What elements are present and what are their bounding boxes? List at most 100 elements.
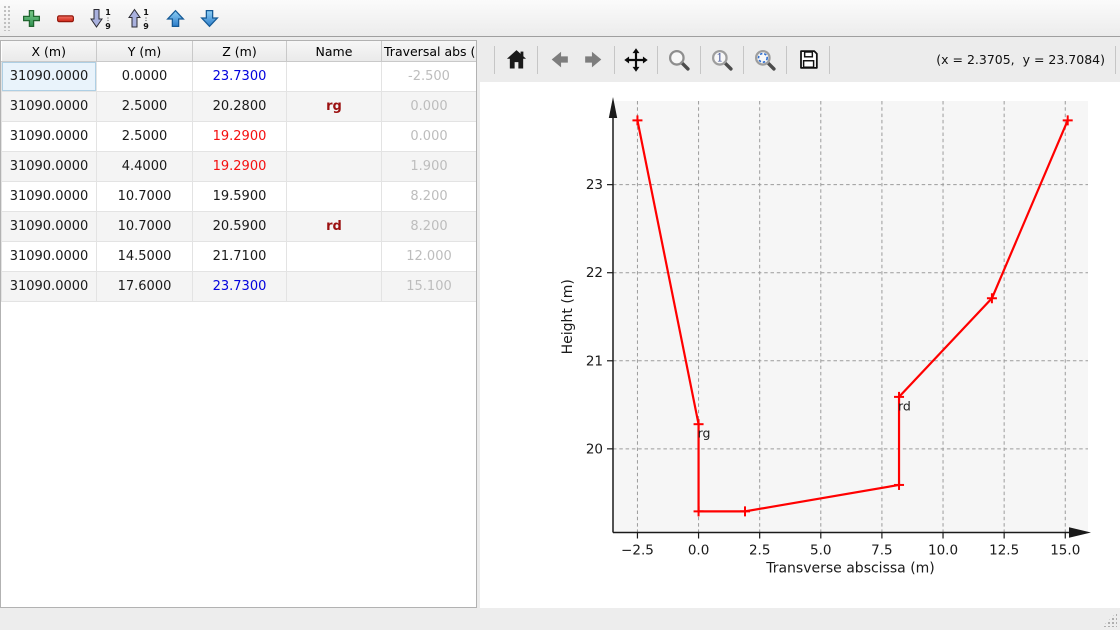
cell-y[interactable]: 4.4000 — [97, 152, 193, 182]
toolbar-grip[interactable] — [3, 5, 10, 31]
separator — [614, 46, 615, 74]
point-table: X (m) Y (m) Z (m) Name Traversal abs (m)… — [1, 41, 477, 302]
cell-name[interactable] — [287, 182, 382, 212]
edit-toolbar: 1 9 1 9 — [0, 0, 1120, 37]
cell-traversal-abs[interactable]: 0.000 — [382, 122, 477, 152]
table-body: 31090.00000.000023.7300-2.50031090.00002… — [2, 62, 477, 302]
table-row: 31090.00002.500019.2900 0.000 — [2, 122, 477, 152]
col-header-name[interactable]: Name — [287, 41, 382, 62]
move-row-up-button[interactable] — [162, 5, 188, 31]
back-view-button[interactable] — [542, 43, 576, 77]
table-row: 31090.00002.500020.2800rg0.000 — [2, 92, 477, 122]
svg-text:9: 9 — [105, 22, 111, 30]
cell-z[interactable]: 23.7300 — [193, 272, 287, 302]
cell-name[interactable] — [287, 62, 382, 92]
svg-text:1: 1 — [716, 51, 723, 64]
cell-y[interactable]: 17.6000 — [97, 272, 193, 302]
zoom-extents-button[interactable] — [748, 43, 782, 77]
cross-section-plot-canvas[interactable]: −2.50.02.55.07.510.012.515.020212223Tran… — [480, 82, 1120, 608]
cell-traversal-abs[interactable]: 1.900 — [382, 152, 477, 182]
cell-y[interactable]: 2.5000 — [97, 122, 193, 152]
x-tick-label: 12.5 — [989, 543, 1019, 559]
plot-toolbar: 1 (x = 2.3705, y = 23.7084) — [480, 37, 1120, 82]
col-header-y[interactable]: Y (m) — [97, 41, 193, 62]
cell-traversal-abs[interactable]: 0.000 — [382, 92, 477, 122]
remove-point-button[interactable] — [52, 5, 78, 31]
cell-x[interactable]: 31090.0000 — [2, 242, 97, 272]
cross-section-chart[interactable]: −2.50.02.55.07.510.012.515.020212223Tran… — [480, 82, 1120, 608]
cell-traversal-abs[interactable]: 15.100 — [382, 272, 477, 302]
pan-button[interactable] — [619, 43, 653, 77]
cell-z[interactable]: 21.7100 — [193, 242, 287, 272]
cell-x[interactable]: 31090.0000 — [2, 272, 97, 302]
cell-x[interactable]: 31090.0000 — [2, 92, 97, 122]
sort-descending-button[interactable]: 1 9 — [124, 5, 154, 31]
point-annotation-rd: rd — [898, 398, 911, 413]
x-tick-label: 7.5 — [871, 543, 892, 559]
cell-z[interactable]: 19.5900 — [193, 182, 287, 212]
save-floppy-icon — [796, 47, 821, 72]
cell-z[interactable]: 20.5900 — [193, 212, 287, 242]
cell-name[interactable]: rg — [287, 92, 382, 122]
home-view-button[interactable] — [499, 43, 533, 77]
y-tick-label: 20 — [586, 441, 603, 457]
sort-descending-icon: 1 9 — [126, 7, 152, 30]
cell-y[interactable]: 14.5000 — [97, 242, 193, 272]
sort-ascending-icon: 1 9 — [88, 7, 114, 30]
separator — [657, 46, 658, 74]
cell-x[interactable]: 31090.0000 — [2, 62, 97, 92]
back-arrow-icon — [547, 47, 572, 72]
x-tick-label: −2.5 — [621, 543, 654, 559]
arrow-up-icon — [165, 8, 186, 29]
x-axis-title: Transverse abscissa (m) — [765, 561, 935, 577]
table-row: 31090.00004.400019.2900 1.900 — [2, 152, 477, 182]
window-resize-grip[interactable] — [1102, 612, 1117, 627]
cell-z[interactable]: 19.2900 — [193, 152, 287, 182]
cell-traversal-abs[interactable]: 8.200 — [382, 212, 477, 242]
cell-z[interactable]: 20.2800 — [193, 92, 287, 122]
cell-z[interactable]: 19.2900 — [193, 122, 287, 152]
cell-traversal-abs[interactable]: 8.200 — [382, 182, 477, 212]
cell-name[interactable] — [287, 122, 382, 152]
move-row-down-button[interactable] — [196, 5, 222, 31]
cell-name[interactable]: rd — [287, 212, 382, 242]
col-header-z[interactable]: Z (m) — [193, 41, 287, 62]
cell-name[interactable] — [287, 152, 382, 182]
cell-y[interactable]: 10.7000 — [97, 182, 193, 212]
cell-name[interactable] — [287, 272, 382, 302]
x-tick-label: 15.0 — [1050, 543, 1080, 559]
cell-name[interactable] — [287, 242, 382, 272]
zoom-rect-button[interactable] — [662, 43, 696, 77]
save-figure-button[interactable] — [791, 43, 825, 77]
magnifier-one-icon: 1 — [709, 47, 735, 73]
separator — [743, 46, 744, 74]
zoom-one-to-one-button[interactable]: 1 — [705, 43, 739, 77]
y-tick-label: 23 — [586, 177, 603, 193]
add-point-button[interactable] — [18, 5, 44, 31]
col-header-x[interactable]: X (m) — [2, 41, 97, 62]
cell-x[interactable]: 31090.0000 — [2, 152, 97, 182]
col-header-traversal-abs[interactable]: Traversal abs (m) — [382, 41, 477, 62]
pan-icon — [623, 47, 649, 73]
status-bar — [0, 608, 1120, 630]
cell-x[interactable]: 31090.0000 — [2, 182, 97, 212]
cell-x[interactable]: 31090.0000 — [2, 122, 97, 152]
y-tick-label: 21 — [586, 353, 603, 369]
cell-traversal-abs[interactable]: 12.000 — [382, 242, 477, 272]
sort-ascending-button[interactable]: 1 9 — [86, 5, 116, 31]
separator — [1115, 46, 1116, 74]
svg-text:1: 1 — [105, 8, 111, 17]
cell-traversal-abs[interactable]: -2.500 — [382, 62, 477, 92]
cell-y[interactable]: 10.7000 — [97, 212, 193, 242]
table-header-row: X (m) Y (m) Z (m) Name Traversal abs (m) — [2, 41, 477, 62]
plot-background — [613, 101, 1088, 533]
x-tick-label: 10.0 — [928, 543, 958, 559]
cell-y[interactable]: 2.5000 — [97, 92, 193, 122]
x-tick-label: 5.0 — [810, 543, 831, 559]
cell-x[interactable]: 31090.0000 — [2, 212, 97, 242]
forward-view-button[interactable] — [576, 43, 610, 77]
cell-y[interactable]: 0.0000 — [97, 62, 193, 92]
point-annotation-rg: rg — [698, 426, 711, 441]
cell-z[interactable]: 23.7300 — [193, 62, 287, 92]
separator — [829, 46, 830, 74]
